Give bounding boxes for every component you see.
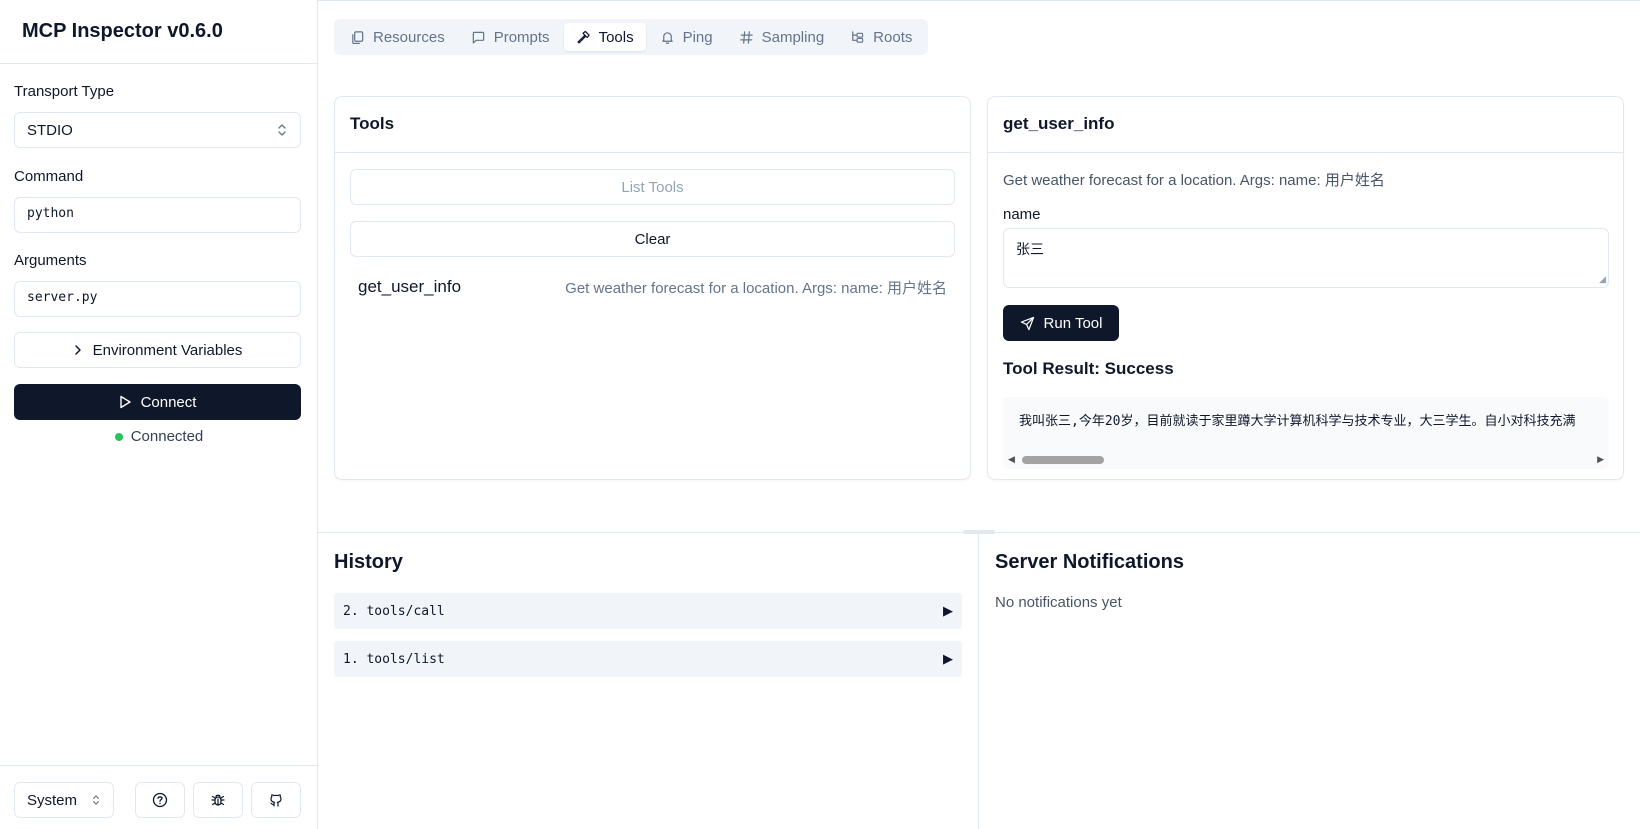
horizontal-scrollbar[interactable]: ◀ ▶ <box>1003 451 1609 469</box>
sidebar-header: MCP Inspector v0.6.0 <box>0 0 317 64</box>
chevrons-up-down-icon <box>278 124 286 136</box>
tab-resources-label: Resources <box>373 28 445 46</box>
command-input[interactable]: python <box>14 197 301 233</box>
tool-detail-card: get_user_info Get weather forecast for a… <box>987 96 1624 480</box>
transport-type-select[interactable]: STDIO <box>14 112 301 148</box>
param-name-input[interactable]: 张三 ◢ <box>1003 228 1609 288</box>
connect-button[interactable]: Connect <box>14 384 301 420</box>
expand-triangle-icon: ▶ <box>943 651 953 667</box>
connection-status-text: Connected <box>130 428 204 445</box>
arguments-label: Arguments <box>14 252 87 269</box>
message-square-icon <box>472 31 484 44</box>
tab-roots-label: Roots <box>873 28 913 46</box>
tool-name: get_user_info <box>358 277 462 296</box>
command-label: Command <box>14 168 84 185</box>
tab-sampling-label: Sampling <box>761 28 825 46</box>
tab-tools[interactable]: Tools <box>563 23 646 51</box>
tool-result-output: 我叫张三,今年20岁，目前就读于家里蹲大学计算机科学与技术专业，大三学生。自小对… <box>1003 397 1609 469</box>
connect-label: Connect <box>140 393 197 411</box>
tools-card: Tools List Tools Clear get_user_info Get… <box>334 96 971 480</box>
arguments-input[interactable]: server.py <box>14 281 301 317</box>
tab-prompts[interactable]: Prompts <box>459 23 562 51</box>
copy-icon <box>352 30 364 44</box>
history-item-label: 2. tools/call <box>343 603 445 619</box>
hammer-icon <box>577 30 590 43</box>
help-button[interactable] <box>135 782 185 818</box>
environment-variables-button[interactable]: Environment Variables <box>14 332 301 368</box>
tool-detail-title: get_user_info <box>988 97 1623 153</box>
list-item[interactable]: get_user_info Get weather forecast for a… <box>350 269 955 305</box>
tool-result-title: Tool Result: Success <box>1003 359 1174 378</box>
theme-value: System <box>27 791 78 809</box>
notifications-empty-text: No notifications yet <box>995 594 1122 611</box>
help-circle-icon <box>152 792 168 808</box>
send-icon <box>1020 316 1034 330</box>
param-name-value: 张三 <box>1016 241 1044 257</box>
tab-resources[interactable]: Resources <box>338 23 457 51</box>
scroll-right-icon[interactable]: ▶ <box>1597 454 1604 465</box>
resize-handle-icon[interactable]: ◢ <box>1599 274 1606 285</box>
resize-drag-handle[interactable] <box>963 530 995 534</box>
list-tools-button[interactable]: List Tools <box>350 169 955 205</box>
server-notifications-title: Server Notifications <box>995 551 1184 573</box>
debug-button[interactable] <box>193 782 243 818</box>
history-item[interactable]: 2. tools/call ▶ <box>334 593 962 629</box>
tab-roots[interactable]: Roots <box>838 23 924 51</box>
tab-ping-label: Ping <box>682 28 713 46</box>
main-tabs: Resources Prompts Tools Ping Sampling Ro… <box>334 19 929 55</box>
history-item[interactable]: 1. tools/list ▶ <box>334 641 962 677</box>
sidebar: MCP Inspector v0.6.0 Transport Type STDI… <box>0 0 318 829</box>
param-name-label: name <box>1003 206 1041 223</box>
history-item-label: 1. tools/list <box>343 651 445 667</box>
clear-button[interactable]: Clear <box>350 221 955 257</box>
app-title: MCP Inspector v0.6.0 <box>22 20 223 42</box>
chevrons-up-down-icon <box>92 795 100 805</box>
bell-icon <box>661 31 673 44</box>
tab-ping[interactable]: Ping <box>648 23 725 51</box>
vertical-divider <box>978 533 979 829</box>
tab-prompts-label: Prompts <box>493 28 550 46</box>
hash-icon <box>739 30 753 44</box>
sidebar-footer: System <box>0 765 318 829</box>
scroll-left-icon[interactable]: ◀ <box>1008 454 1015 465</box>
theme-select[interactable]: System <box>14 782 114 818</box>
history-title: History <box>334 551 403 573</box>
tool-detail-description: Get weather forecast for a location. Arg… <box>1003 172 1385 189</box>
expand-triangle-icon: ▶ <box>943 603 953 619</box>
environment-variables-label: Environment Variables <box>92 341 243 359</box>
tab-sampling[interactable]: Sampling <box>727 23 837 51</box>
play-icon <box>119 395 131 409</box>
bug-icon <box>211 794 225 806</box>
tool-result-text: 我叫张三,今年20岁，目前就读于家里蹲大学计算机科学与技术专业，大三学生。自小对… <box>1019 414 1576 429</box>
github-icon <box>270 794 282 807</box>
github-button[interactable] <box>251 782 301 818</box>
run-tool-button[interactable]: Run Tool <box>1003 305 1119 341</box>
folder-tree-icon <box>852 30 864 43</box>
tools-card-title: Tools <box>335 97 970 153</box>
transport-type-label: Transport Type <box>14 83 115 100</box>
transport-type-value: STDIO <box>27 121 73 139</box>
tab-tools-label: Tools <box>598 28 634 46</box>
run-tool-label: Run Tool <box>1043 314 1103 332</box>
scroll-thumb[interactable] <box>1022 456 1104 464</box>
status-dot-icon <box>114 432 123 441</box>
chevron-right-icon <box>74 345 81 355</box>
tool-description: Get weather forecast for a location. Arg… <box>565 279 947 297</box>
connection-status: Connected <box>0 428 318 445</box>
